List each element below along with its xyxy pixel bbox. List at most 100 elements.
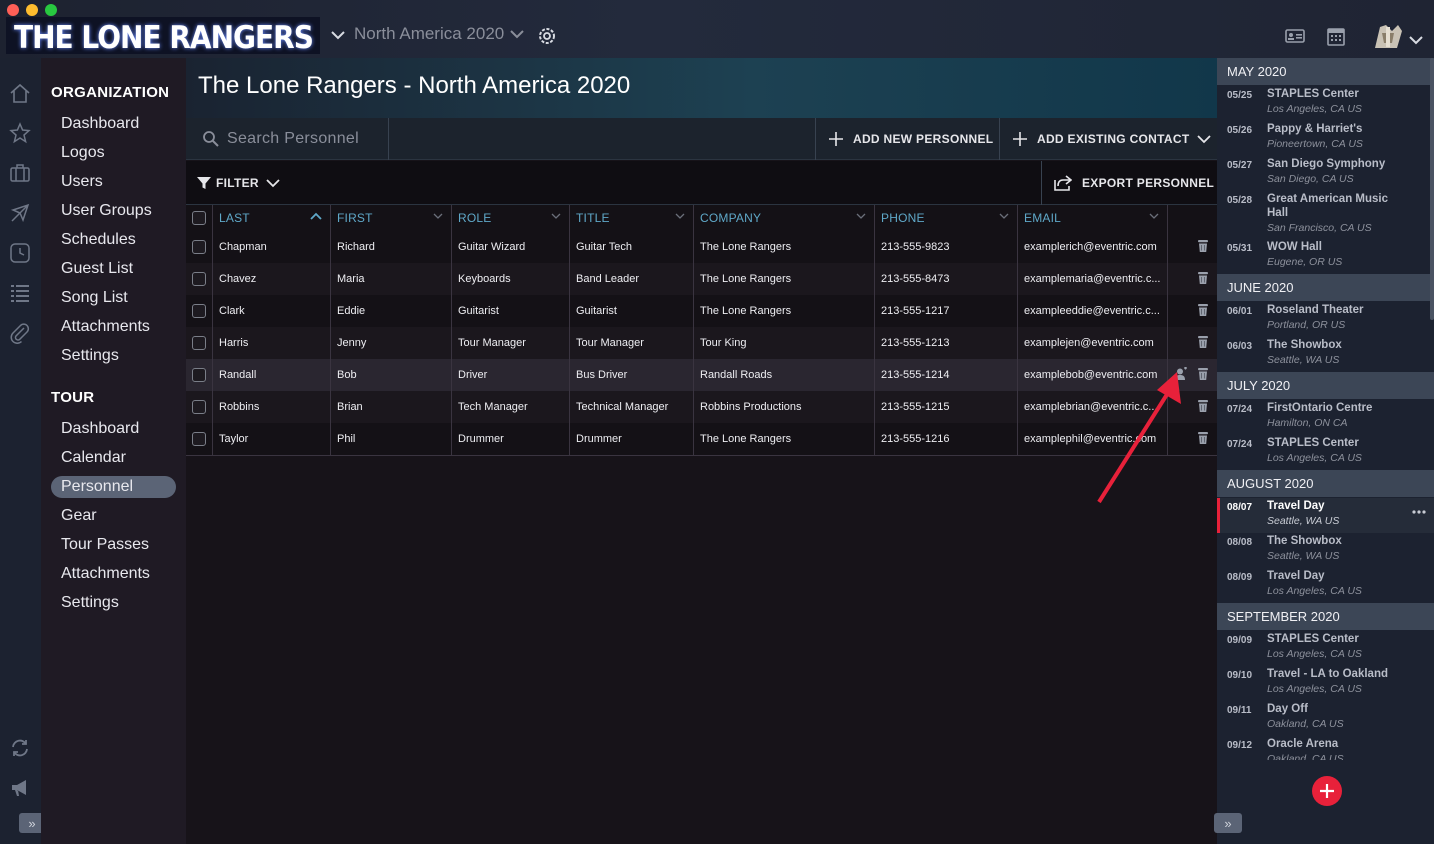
row-checkbox[interactable] bbox=[192, 240, 206, 254]
event-date: 06/01 bbox=[1227, 306, 1253, 317]
event-date: 05/28 bbox=[1227, 195, 1253, 206]
table-row[interactable]: Taylor Phil Drummer Drummer The Lone Rangers… bbox=[186, 423, 1217, 455]
column-header-last[interactable]: LAST bbox=[213, 205, 331, 231]
event-venue-continued: Hall bbox=[1267, 207, 1289, 219]
avatar-chevron-down-icon[interactable] bbox=[1408, 33, 1424, 45]
column-header-first[interactable]: FIRST bbox=[331, 205, 452, 231]
sidebar-item-org-attachments[interactable]: Attachments bbox=[51, 316, 176, 338]
sidebar-item-tour-calendar[interactable]: Calendar bbox=[51, 447, 176, 469]
schedule-event[interactable]: 09/12 Oracle Arena Oakland, CA US bbox=[1217, 736, 1434, 760]
trash-icon[interactable] bbox=[1197, 335, 1209, 349]
sidebar-item-tour-tour-passes[interactable]: Tour Passes bbox=[51, 534, 176, 556]
clock-icon[interactable] bbox=[9, 242, 31, 264]
schedule-event[interactable]: 08/09 Travel Day Los Angeles, CA US bbox=[1217, 568, 1434, 603]
close-window-button[interactable] bbox=[7, 4, 19, 16]
cell-phone: 213-555-1216 bbox=[875, 423, 1018, 455]
sidebar-item-org-dashboard[interactable]: Dashboard bbox=[51, 113, 176, 135]
row-checkbox[interactable] bbox=[192, 336, 206, 350]
table-row[interactable]: Randall Bob Driver Bus Driver Randall Roads 2… bbox=[186, 359, 1217, 391]
export-personnel-button[interactable]: EXPORT PERSONNEL bbox=[1054, 161, 1214, 205]
add-event-button[interactable] bbox=[1312, 776, 1342, 806]
more-options-icon[interactable] bbox=[1412, 502, 1426, 514]
row-checkbox[interactable] bbox=[192, 368, 206, 382]
sidebar-item-tour-dashboard[interactable]: Dashboard bbox=[51, 418, 176, 440]
table-row[interactable]: Harris Jenny Tour Manager Tour Manager Tour … bbox=[186, 327, 1217, 359]
search-input[interactable]: Search Personnel bbox=[202, 118, 388, 160]
sidebar-item-tour-personnel[interactable]: Personnel bbox=[51, 476, 176, 498]
row-checkbox[interactable] bbox=[192, 272, 206, 286]
briefcase-icon[interactable] bbox=[9, 162, 31, 184]
row-checkbox[interactable] bbox=[192, 400, 206, 414]
column-header-phone[interactable]: PHONE bbox=[875, 205, 1018, 231]
column-header-email[interactable]: EMAIL bbox=[1018, 205, 1168, 231]
trash-icon[interactable] bbox=[1197, 239, 1209, 253]
sidebar-item-org-user-groups[interactable]: User Groups bbox=[51, 200, 176, 222]
trash-icon[interactable] bbox=[1197, 271, 1209, 285]
schedule-event[interactable]: 05/26 Pappy & Harriet's Pioneertown, CA US bbox=[1217, 121, 1434, 156]
sync-icon[interactable] bbox=[9, 737, 31, 759]
schedule-event[interactable]: 09/11 Day Off Oakland, CA US bbox=[1217, 701, 1434, 736]
event-location: San Francisco, CA US bbox=[1267, 222, 1372, 234]
table-row[interactable]: Clark Eddie Guitarist Guitarist The Lone Ran… bbox=[186, 295, 1217, 327]
home-icon[interactable] bbox=[9, 82, 31, 104]
sidebar-item-org-logos[interactable]: Logos bbox=[51, 142, 176, 164]
schedule-event[interactable]: 05/27 San Diego Symphony San Diego, CA US bbox=[1217, 156, 1434, 191]
sidebar-item-tour-gear[interactable]: Gear bbox=[51, 505, 176, 527]
table-row[interactable]: Chapman Richard Guitar Wizard Guitar Tech Th… bbox=[186, 231, 1217, 263]
selected-event-indicator bbox=[1217, 498, 1220, 533]
star-icon[interactable] bbox=[9, 122, 31, 144]
cell-company: The Lone Rangers bbox=[694, 263, 875, 295]
tour-selector[interactable]: North America 2020 bbox=[354, 24, 525, 44]
sidebar-item-org-settings[interactable]: Settings bbox=[51, 345, 176, 367]
sidebar-item-org-users[interactable]: Users bbox=[51, 171, 176, 193]
column-header-role[interactable]: ROLE bbox=[452, 205, 570, 231]
table-row[interactable]: Chavez Maria Keyboards Band Leader The Lone … bbox=[186, 263, 1217, 295]
row-checkbox[interactable] bbox=[192, 432, 206, 446]
schedule-scrollbar[interactable] bbox=[1430, 58, 1434, 320]
plane-icon[interactable] bbox=[9, 202, 31, 224]
list-icon[interactable] bbox=[9, 282, 31, 304]
sidebar-item-tour-settings[interactable]: Settings bbox=[51, 592, 176, 614]
schedule-event[interactable]: 06/01 Roseland Theater Portland, OR US bbox=[1217, 302, 1434, 337]
plus-icon bbox=[1013, 132, 1027, 146]
event-location: Seattle, WA US bbox=[1267, 550, 1340, 562]
minimize-window-button[interactable] bbox=[26, 4, 38, 16]
sidebar-item-org-guest-list[interactable]: Guest List bbox=[51, 258, 176, 280]
add-existing-contact-button[interactable]: ADD EXISTING CONTACT bbox=[1013, 118, 1212, 160]
megaphone-icon[interactable] bbox=[9, 777, 31, 799]
trash-icon[interactable] bbox=[1197, 303, 1209, 317]
collapse-schedule-button[interactable]: » bbox=[1214, 813, 1242, 833]
schedule-event[interactable]: 09/10 Travel - LA to Oakland Los Angeles, … bbox=[1217, 666, 1434, 701]
select-all-checkbox[interactable] bbox=[192, 211, 206, 225]
schedule-event[interactable]: 06/03 The Showbox Seattle, WA US bbox=[1217, 337, 1434, 372]
org-chevron-down-icon[interactable] bbox=[330, 28, 346, 42]
schedule-event[interactable]: 08/08 The Showbox Seattle, WA US bbox=[1217, 533, 1434, 568]
schedule-event[interactable]: 05/28 Great American Music Hall San Francis… bbox=[1217, 191, 1434, 239]
contact-card-icon[interactable] bbox=[1285, 28, 1305, 44]
row-checkbox[interactable] bbox=[192, 304, 206, 318]
column-header-title[interactable]: TITLE bbox=[570, 205, 694, 231]
schedule-event[interactable]: 08/07 Travel Day Seattle, WA US bbox=[1217, 498, 1434, 533]
column-header-company[interactable]: COMPANY bbox=[694, 205, 875, 231]
zoom-window-button[interactable] bbox=[45, 4, 57, 16]
schedule-event[interactable]: 05/25 STAPLES Center Los Angeles, CA US bbox=[1217, 86, 1434, 121]
schedule-event[interactable]: 07/24 STAPLES Center Los Angeles, CA US bbox=[1217, 435, 1434, 470]
sidebar-item-org-schedules[interactable]: Schedules bbox=[51, 229, 176, 251]
sidebar-item-tour-attachments[interactable]: Attachments bbox=[51, 563, 176, 585]
toolbar-divider bbox=[815, 118, 816, 160]
schedule-event[interactable]: 07/24 FirstOntario Centre Hamilton, ON CA bbox=[1217, 400, 1434, 435]
paperclip-icon[interactable] bbox=[9, 322, 31, 344]
add-new-personnel-button[interactable]: ADD NEW PERSONNEL bbox=[829, 118, 993, 160]
table-row[interactable]: Robbins Brian Tech Manager Technical Manage… bbox=[186, 391, 1217, 423]
filter-button[interactable]: FILTER bbox=[197, 161, 280, 205]
sidebar-item-org-song-list[interactable]: Song List bbox=[51, 287, 176, 309]
gear-icon[interactable] bbox=[536, 25, 558, 47]
schedule-event[interactable]: 09/09 STAPLES Center Los Angeles, CA US bbox=[1217, 631, 1434, 666]
cell-email: examplejen@eventric.com bbox=[1018, 327, 1168, 359]
schedule-event[interactable]: 05/31 WOW Hall Eugene, OR US bbox=[1217, 239, 1434, 274]
calendar-icon[interactable] bbox=[1327, 26, 1345, 46]
avatar[interactable] bbox=[1372, 21, 1404, 51]
event-location: Oakland, CA US bbox=[1267, 718, 1344, 730]
event-date: 09/09 bbox=[1227, 635, 1253, 646]
event-location: Los Angeles, CA US bbox=[1267, 585, 1362, 597]
